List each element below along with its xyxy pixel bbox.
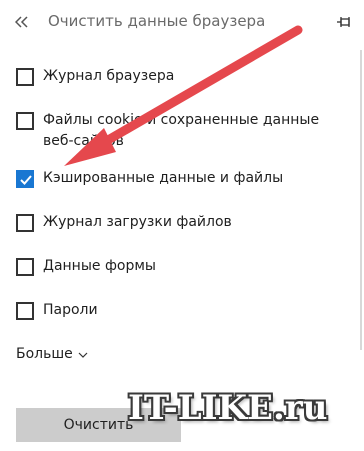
option-cookies[interactable]: Файлы cookie и сохраненные данные веб-са… [16,112,333,152]
option-form-data[interactable]: Данные формы [16,258,333,277]
option-label: Файлы cookie и сохраненные данные веб-са… [43,112,320,149]
checkbox[interactable] [16,258,34,276]
clear-button[interactable]: Очистить [16,408,181,442]
show-more-label: Больше [16,346,73,362]
checkmark-icon [20,175,32,185]
option-passwords[interactable]: Пароли [16,302,333,321]
clear-browsing-data-panel: Очистить данные браузера Журнал браузера… [0,0,364,451]
back-button[interactable] [10,10,34,34]
scrollbar[interactable] [360,50,362,350]
option-label: Журнал загрузки файлов [43,214,232,230]
checkbox[interactable] [16,170,34,188]
option-download-history[interactable]: Журнал загрузки файлов [16,214,333,233]
panel-title: Очистить данные браузера [48,12,266,30]
checkbox[interactable] [16,112,34,130]
option-label: Данные формы [43,258,156,274]
panel-header: Очистить данные браузера [0,0,364,44]
pin-icon [337,17,350,27]
chevron-down-icon [78,352,88,358]
checkbox[interactable] [16,302,34,320]
option-cached-data[interactable]: Кэшированные данные и файлы [16,170,333,189]
option-label: Пароли [43,302,98,318]
checkbox[interactable] [16,214,34,232]
option-label: Кэшированные данные и файлы [43,170,284,186]
option-label: Журнал браузера [43,68,175,84]
pin-button[interactable] [334,12,354,32]
checkbox[interactable] [16,68,34,86]
option-browsing-history[interactable]: Журнал браузера [16,68,333,87]
double-chevron-left-icon [15,16,28,28]
show-more-link[interactable]: Больше [16,346,88,362]
